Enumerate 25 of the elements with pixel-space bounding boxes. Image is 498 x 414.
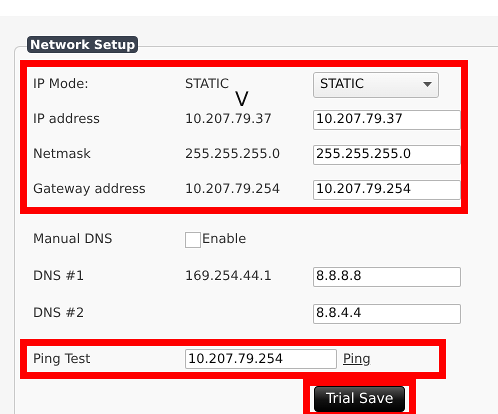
current-value: 169.254.44.1 xyxy=(185,269,273,284)
field-label: Manual DNS xyxy=(33,232,114,247)
input-field[interactable]: 10.207.79.254 xyxy=(185,349,337,369)
trial-save-button[interactable]: Trial Save xyxy=(314,386,406,412)
field-label: DNS #1 xyxy=(33,269,86,284)
field-label: IP address xyxy=(33,112,101,127)
input-field[interactable]: 10.207.79.37 xyxy=(313,110,461,130)
field-label: Gateway address xyxy=(33,182,147,197)
current-value: 255.255.255.0 xyxy=(185,147,282,162)
input-field[interactable]: 8.8.4.4 xyxy=(313,304,461,324)
input-field[interactable]: 10.207.79.254 xyxy=(313,180,461,200)
input-field[interactable]: 8.8.8.8 xyxy=(313,266,461,286)
ping-link[interactable]: Ping xyxy=(343,352,371,366)
current-value: STATIC xyxy=(185,77,230,92)
field-label: Ping Test xyxy=(33,352,92,366)
input-field[interactable]: 255.255.255.0 xyxy=(313,144,461,164)
current-value: 10.207.79.37 xyxy=(185,112,273,127)
field-label: DNS #2 xyxy=(33,306,86,321)
annotation-mark: V xyxy=(235,87,249,111)
current-value: 10.207.79.254 xyxy=(185,182,282,197)
field-label: Netmask xyxy=(33,147,92,162)
checkbox-label: Enable xyxy=(202,232,246,247)
section-title: Network Setup xyxy=(27,36,138,53)
ip-mode-select[interactable]: STATIC xyxy=(313,72,439,98)
field-label: IP Mode: xyxy=(33,77,90,92)
